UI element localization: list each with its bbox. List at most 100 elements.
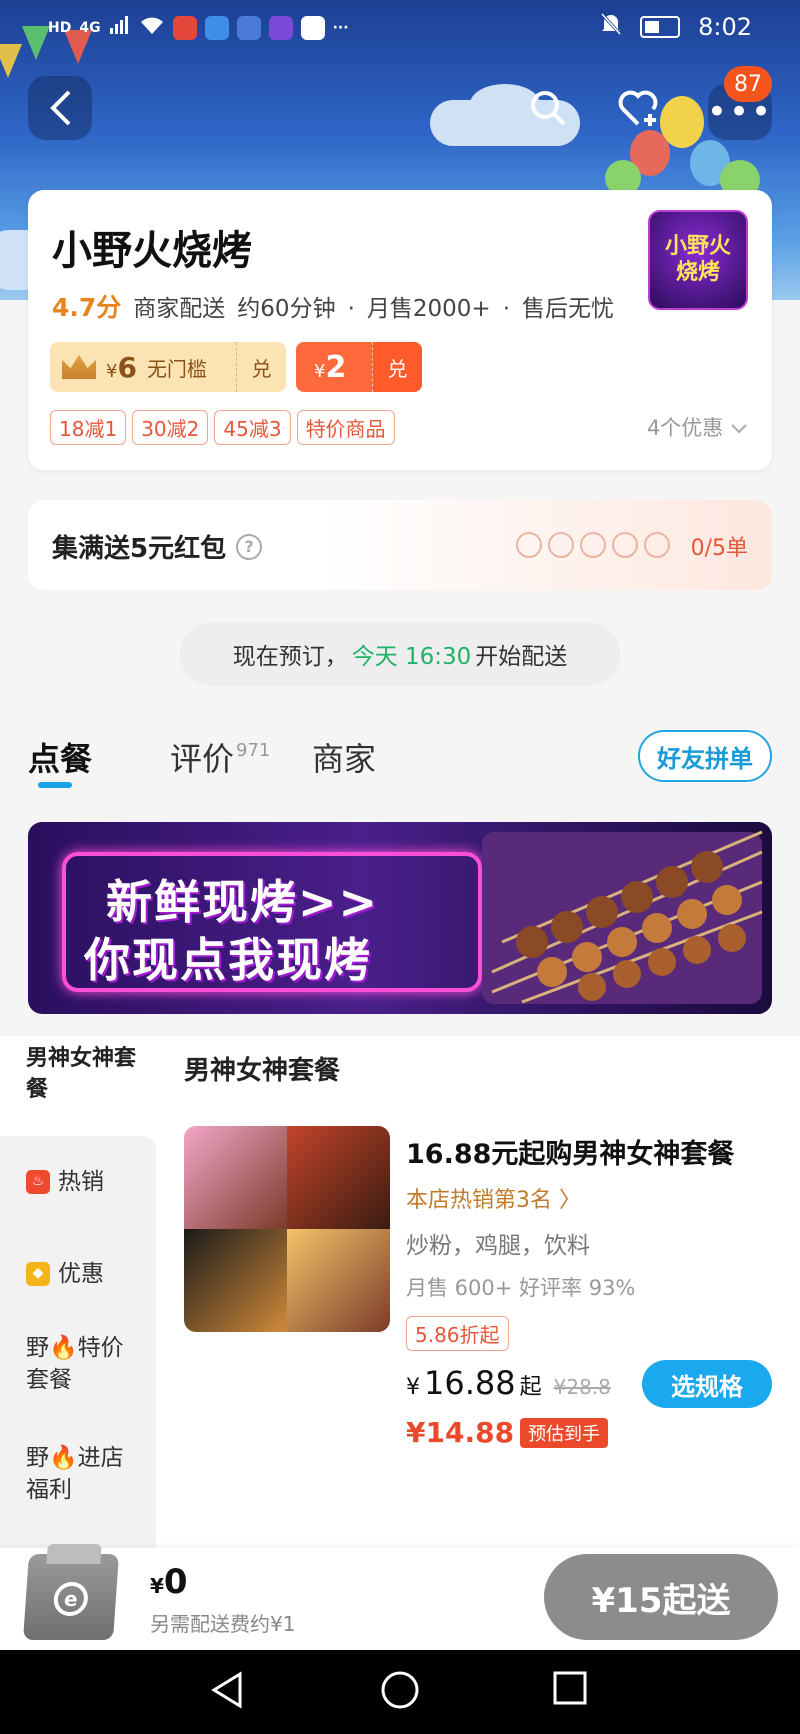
category-sidebar: 男神女神套餐 ♨ 热销 ◆ 优惠 野🔥特价套餐 野🔥进店福利 <box>0 1036 156 1548</box>
category-list: ♨ 热销 ◆ 优惠 野🔥特价套餐 野🔥进店福利 <box>0 1136 156 1548</box>
progress-circle <box>548 532 574 558</box>
product-price: ¥ 16.88 起 ¥28.8 <box>406 1364 611 1402</box>
coupon-2-yuan[interactable]: ¥2 兑 <box>296 342 422 392</box>
delivery-type: 商家配送 <box>133 296 226 322</box>
after-sale-guarantee: 售后无忧 <box>522 296 615 322</box>
coupon-label: 无门槛 <box>146 356 207 381</box>
fire-icon: ♨ <box>26 1170 50 1195</box>
category-item-selected[interactable]: 男神女神套餐 <box>26 1044 146 1106</box>
wifi-icon <box>139 14 165 42</box>
preorder-prefix: 现在预订， <box>232 644 348 670</box>
chevron-left-icon <box>50 90 71 126</box>
eleme-logo-icon: e <box>52 1582 90 1616</box>
section-title: 男神女神套餐 <box>184 1056 341 1086</box>
chevron-down-icon <box>731 424 747 434</box>
nav-back-icon[interactable] <box>210 1670 246 1719</box>
progress-circle <box>612 532 638 558</box>
search-icon <box>531 91 566 126</box>
status-bar: HD 4G ··· 8:02 <box>0 0 800 56</box>
favorite-button[interactable] <box>608 76 672 140</box>
tab-merchant[interactable]: 商家 <box>312 734 376 780</box>
collect-progress-circles <box>516 532 670 558</box>
delivery-time: 约60分钟 <box>237 296 336 322</box>
skewers-image <box>482 830 763 1004</box>
review-count: 971 <box>236 740 271 761</box>
price-suffix: 起 <box>519 1375 542 1400</box>
search-button[interactable] <box>516 76 580 140</box>
store-rating: 4.7分 <box>52 293 122 322</box>
promo-banner[interactable]: 新鲜现烤>> 你现点我现烤 <box>28 822 772 1014</box>
category-item-welcome[interactable]: 野🔥进店福利 <box>26 1442 146 1506</box>
store-logo[interactable]: 小野火 烧烤 <box>648 210 748 310</box>
help-icon[interactable]: ? <box>236 533 263 560</box>
promo-tag: 30减2 <box>132 410 209 445</box>
group-order-button[interactable]: 好友拼单 <box>638 730 772 782</box>
heart-plus-icon <box>618 90 658 126</box>
mail-icon <box>300 16 325 40</box>
crown-icon <box>62 355 96 379</box>
coupon-no-threshold[interactable]: ¥6 无门槛 兑 <box>50 342 286 392</box>
delivery-fee-note: 另需配送费约¥1 <box>150 1612 296 1636</box>
promo-tag: 18减1 <box>50 410 127 445</box>
network-4g-indicator: 4G <box>79 20 101 36</box>
collect-reward-card[interactable]: 集满送5元红包 ? 0/5单 <box>28 500 772 590</box>
redeem-button[interactable]: 兑 <box>372 342 422 392</box>
nav-recents-icon[interactable] <box>552 1670 588 1715</box>
currency-symbol: ¥ <box>406 1375 420 1400</box>
tab-reviews[interactable]: 评价 971 <box>170 734 270 780</box>
cart-bar: e ¥0 另需配送费约¥1 ¥15起送 <box>0 1548 800 1650</box>
preorder-time: 今天 16:30 <box>351 644 472 670</box>
back-button[interactable] <box>28 76 92 140</box>
tab-reviews-label: 评价 <box>170 740 235 778</box>
category-item-discount[interactable]: ◆ 优惠 <box>26 1258 146 1290</box>
product-description: 炒粉，鸡腿，饮料 <box>406 1233 590 1259</box>
tab-order[interactable]: 点餐 <box>28 734 92 780</box>
cart-bag-icon[interactable]: e <box>22 1554 120 1640</box>
discount-tag: 5.86折起 <box>406 1316 509 1351</box>
system-nav-bar <box>0 1650 800 1734</box>
promo-tags: 18减1 30减2 45减3 特价商品 <box>50 410 395 445</box>
weibo-icon <box>172 16 197 40</box>
bulb-app-icon <box>236 16 261 40</box>
preorder-suffix: 开始配送 <box>475 644 568 670</box>
category-item-hot[interactable]: ♨ 热销 <box>26 1166 146 1198</box>
banner-subheadline: 你现点我现烤 <box>84 933 372 987</box>
category-item-special-set[interactable]: 野🔥特价套餐 <box>26 1332 146 1396</box>
category-label: 优惠 <box>58 1261 104 1287</box>
nav-home-icon[interactable] <box>380 1670 420 1719</box>
original-price: ¥28.8 <box>553 1375 611 1399</box>
store-logo-text: 烧烤 <box>675 260 720 285</box>
product-rank-link[interactable]: 本店热销第3名 〉 <box>406 1182 581 1214</box>
offers-link[interactable]: 4个优惠 <box>647 412 748 442</box>
monthly-sales: 月售2000+ <box>366 296 491 322</box>
coupon-amount: ¥6 <box>106 350 137 384</box>
collect-title-text: 集满送5元红包 <box>52 534 227 564</box>
app-icon <box>268 16 293 40</box>
select-spec-button[interactable]: 选规格 <box>642 1360 772 1408</box>
offers-label: 4个优惠 <box>646 416 724 440</box>
hd-indicator: HD <box>48 20 72 36</box>
mute-bell-icon <box>600 12 622 42</box>
store-tabs: 点餐 评价 971 商家 好友拼单 <box>0 720 800 790</box>
browser-icon <box>204 16 229 40</box>
more-notifications-icon: ··· <box>332 20 349 36</box>
product-image[interactable] <box>184 1126 390 1332</box>
progress-circle <box>580 532 606 558</box>
estimated-price-value: ¥14.88 <box>406 1416 515 1449</box>
product-name[interactable]: 16.88元起购男神女神套餐 <box>406 1132 734 1171</box>
clock: 8:02 <box>698 13 752 41</box>
separator: · <box>502 296 511 322</box>
product-list: 男神女神套餐 16.88元起购男神女神套餐 本店热销第3名 〉 炒粉，鸡腿，饮料… <box>156 1036 800 1548</box>
min-order-button[interactable]: ¥15起送 <box>544 1554 778 1640</box>
redeem-button[interactable]: 兑 <box>236 342 286 392</box>
progress-circle <box>644 532 670 558</box>
estimated-price: ¥14.88 预估到手 <box>406 1416 609 1449</box>
category-label: 热销 <box>58 1169 104 1195</box>
banner-headline: 新鲜现烤>> <box>106 875 380 929</box>
store-meta: 4.7分 商家配送 约60分钟 · 月售2000+ · 售后无忧 <box>52 288 614 324</box>
cart-total: ¥0 <box>150 1562 188 1602</box>
promo-tag: 45减3 <box>214 410 291 445</box>
message-count-badge: 87 <box>724 66 772 102</box>
category-label: 野🔥进店福利 <box>26 1445 124 1504</box>
tag-icon: ◆ <box>26 1262 50 1287</box>
